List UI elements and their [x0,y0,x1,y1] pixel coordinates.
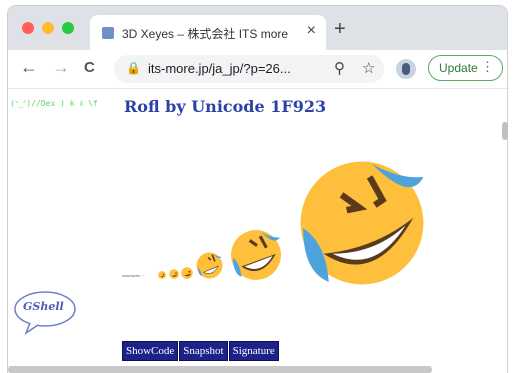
tab-title: 3D Xeyes – 株式会社 ITS more [122,27,289,41]
rofl-emoji-icon [169,269,179,279]
gshell-label: GShell [23,300,64,313]
maximize-window-button[interactable] [62,22,74,34]
rofl-emoji-icon [181,267,193,279]
show-code-button[interactable]: ShowCode [122,341,179,361]
avatar[interactable] [396,59,416,79]
page-title: Rofl by Unicode 1F923 [124,97,327,116]
vertical-scrollbar[interactable] [502,122,508,140]
new-tab-button[interactable]: + [334,18,346,41]
forward-button[interactable]: → [52,57,70,78]
close-tab-icon[interactable]: × [307,22,316,40]
update-button[interactable]: Update ⋮ [428,55,503,81]
close-window-button[interactable] [22,22,34,34]
minimize-window-button[interactable] [42,22,54,34]
caption-text: seachwes. ~ [122,273,145,278]
signature-button[interactable]: Signature [228,341,279,361]
page-content: (ᐠ_ᐟ)//Dex ) k ℓ \f Rofl by Unicode 1F92… [8,89,507,373]
horizontal-scrollbar[interactable] [8,366,432,373]
bookmark-star-icon[interactable]: ☆ [362,59,375,77]
rofl-emoji-icon [196,252,223,279]
browser-toolbar: ← → C 🔒 its-more.jp/ja_jp/?p=26... ⚲ ☆ U… [8,50,507,89]
ascii-art-text: (ᐠ_ᐟ)//Dex ) k ℓ \f [10,99,98,108]
url-text[interactable]: its-more.jp/ja_jp/?p=26... [148,61,291,76]
rofl-emoji-icon [300,161,424,285]
zoom-icon[interactable]: ⚲ [334,59,345,77]
reload-button[interactable]: C [84,59,95,76]
action-buttons: ShowCode Snapshot Signature [122,341,280,361]
rofl-emoji-icon [231,230,281,280]
browser-window: 3D Xeyes – 株式会社 ITS more × + ← → C 🔒 its… [8,6,507,373]
lock-icon: 🔒 [126,61,141,75]
update-label: Update [439,61,478,75]
back-button[interactable]: ← [20,57,38,78]
page-favicon-icon [102,27,114,39]
address-bar[interactable]: 🔒 its-more.jp/ja_jp/?p=26... ⚲ ☆ [114,55,384,83]
rofl-emoji-icon [158,271,166,279]
tab-3d-xeyes[interactable]: 3D Xeyes – 株式会社 ITS more × [90,15,326,50]
snapshot-button[interactable]: Snapshot [179,341,228,361]
kebab-menu-icon[interactable]: ⋮ [481,59,494,75]
tab-bar: 3D Xeyes – 株式会社 ITS more × + [8,6,507,50]
